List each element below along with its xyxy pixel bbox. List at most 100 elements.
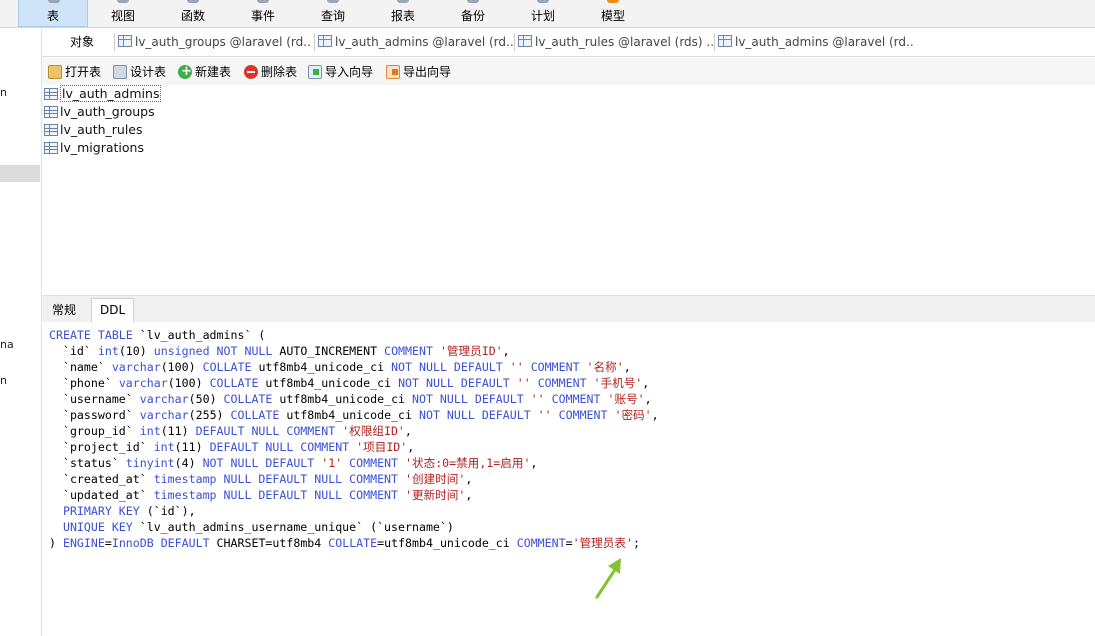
sql-text: `status` [49,456,126,470]
sql-keyword: varchar [118,376,168,390]
tab-objects[interactable]: 对象 [52,32,112,53]
design-table-button[interactable]: 设计表 [113,63,166,81]
list-item-lv-auth-admins[interactable]: lv_auth_admins [44,85,162,103]
open-table-label: 打开表 [65,65,102,79]
toolbar-event-button[interactable]: 事件 [228,0,298,27]
sql-text: (100) [167,376,210,390]
import-wizard-label: 导入向导 [325,65,374,79]
ddl-line: `updated_at` timestamp NULL DEFAULT NULL… [49,487,472,503]
sql-string: '' [502,360,524,374]
sql-text: `lv_auth_admins_username_unique` (`usern… [132,520,454,534]
tab-label: lv_auth_rules @laravel (rds) ... [535,35,714,49]
tab-general[interactable]: 常规 [44,300,84,321]
sql-keyword: COMMENT [384,344,433,358]
tab-lv-auth-admins[interactable]: lv_auth_admins @laravel (rd... [318,32,514,53]
sql-keyword: varchar [139,392,189,406]
sql-keyword: COMMENT [530,360,580,374]
table-icon [44,88,58,100]
sql-keyword: varchar [111,360,161,374]
export-wizard-button[interactable]: 导出向导 [386,63,451,81]
toolbar-schedule-button[interactable]: 计划 [508,0,578,27]
sql-string: '名称' [579,360,624,374]
toolbar-report-button[interactable]: 报表 [368,0,438,27]
sql-text: , [623,360,631,374]
list-item-lv-auth-groups[interactable]: lv_auth_groups [44,103,155,121]
ddl-line: `password` varchar(255) COLLATE utf8mb4_… [49,407,659,423]
ddl-line: PRIMARY KEY (`id`), [49,503,196,519]
sql-keyword: DEFAULT NULL COMMENT [209,440,350,454]
toolbar-query-button[interactable]: 查询 [298,0,368,27]
sql-text: `phone` [49,376,119,390]
sidebar-selected-row[interactable] [0,165,40,182]
sql-text: AUTO_INCREMENT [272,344,385,358]
connection-tree-sidebar[interactable]: n na n [0,28,42,636]
toolbar-report-label: 报表 [390,9,415,23]
sql-keyword: ENGINE [62,536,105,550]
sql-text: =utf8mb4_unicode_ci [377,536,517,550]
sql-string: '创建时间' [398,472,466,486]
tab-separator [114,33,115,51]
ddl-line: `username` varchar(50) COLLATE utf8mb4_u… [49,391,652,407]
sql-text: utf8mb4_unicode_ci [279,408,419,422]
sql-text: ; [632,536,640,550]
tab-lv-auth-rules[interactable]: lv_auth_rules @laravel (rds) ... [518,32,714,53]
sql-text: (50) [188,392,224,406]
sql-text: (`id`), [139,504,196,518]
toolbar-function-button[interactable]: 函数 [158,0,228,27]
toolbar-table-button[interactable]: 表 [18,0,88,27]
tab-ddl[interactable]: DDL [91,298,135,323]
ddl-line: `project_id` int(11) DEFAULT NULL COMMEN… [49,439,414,455]
table-icon [48,0,60,3]
sql-text: `project_id` [49,440,154,454]
tab-lv-auth-admins-2[interactable]: lv_auth_admins @laravel (rd... [718,32,914,53]
sql-string: '账号' [600,392,645,406]
sql-text: `id` [49,344,98,358]
sql-keyword: unsigned NOT NULL [153,344,273,358]
open-table-button[interactable]: 打开表 [48,63,101,81]
toolbar-query-label: 查询 [320,9,345,23]
toolbar-model-button[interactable]: 模型 [578,0,648,27]
new-table-button[interactable]: 新建表 [178,63,231,81]
sql-text: utf8mb4_unicode_ci [251,360,392,374]
report-icon [397,0,409,3]
toolbar-model-label: 模型 [600,9,625,23]
sql-keyword: int [153,440,175,454]
sql-string: '项目ID' [349,440,408,454]
import-wizard-icon [308,65,322,79]
import-wizard-button[interactable]: 导入向导 [308,63,373,81]
event-icon [257,0,269,3]
sql-string: '1' [314,456,343,470]
export-wizard-icon [386,65,400,79]
tab-lv-auth-groups[interactable]: lv_auth_groups @laravel (rd... [118,32,310,53]
delete-table-button[interactable]: 删除表 [244,63,297,81]
list-item-lv-auth-rules[interactable]: lv_auth_rules [44,121,143,139]
toolbar-backup-button[interactable]: 备份 [438,0,508,27]
toolbar-event-label: 事件 [250,9,275,23]
open-table-icon [48,65,62,79]
sql-keyword: timestamp NULL DEFAULT NULL COMMENT [153,488,399,502]
table-name: lv_migrations [60,140,144,155]
sql-text: `password` [49,408,140,422]
sql-text: , [651,408,659,422]
sql-string: '管理员ID' [432,344,503,358]
toolbar-view-button[interactable]: 视图 [88,0,158,27]
toolbar-function-label: 函数 [180,9,205,23]
sql-text: CHARSET=utf8mb4 [209,536,329,550]
sql-text: `created_at` [49,472,154,486]
sql-text: `group_id` [49,424,140,438]
sql-text: `lv_auth_admins` ( [132,328,266,342]
ddl-line: `group_id` int(11) DEFAULT NULL COMMENT … [49,423,412,439]
table-name: lv_auth_admins [60,85,162,102]
tab-separator [514,33,515,51]
ddl-line: `status` tinyint(4) NOT NULL DEFAULT '1'… [49,455,537,471]
export-wizard-label: 导出向导 [403,65,452,79]
sql-string: '' [509,376,531,390]
toolbar-view-label: 视图 [110,9,135,23]
sql-keyword: COLLATE [209,376,259,390]
ddl-line: `id` int(10) unsigned NOT NULL AUTO_INCR… [49,343,510,359]
list-item-lv-migrations[interactable]: lv_migrations [44,139,144,157]
sql-string: '密码' [607,408,652,422]
ddl-code-view[interactable]: CREATE TABLE `lv_auth_admins` ( `id` int… [42,322,1095,636]
